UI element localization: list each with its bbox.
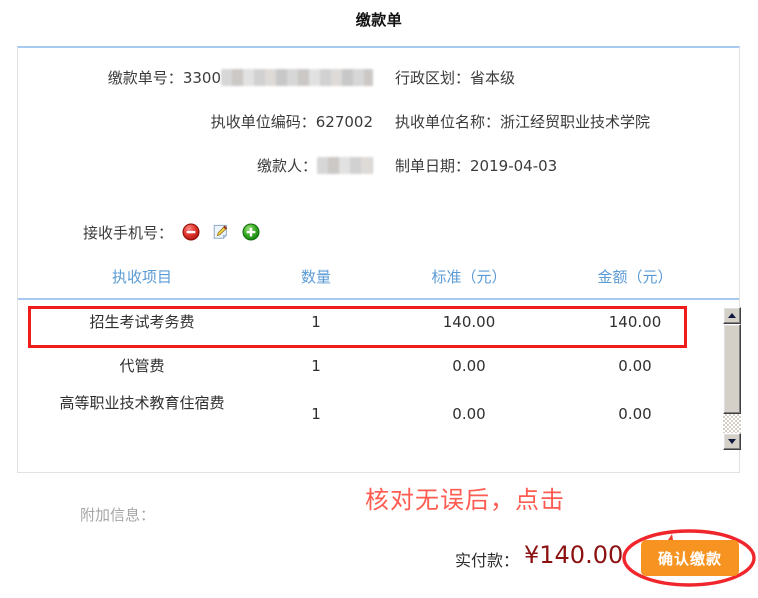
issue-date-field: 制单日期：2019-04-03	[395, 144, 741, 188]
chevron-up-icon	[728, 313, 736, 318]
administrative-division-value: 省本级	[470, 69, 516, 87]
issue-date-value: 2019-04-03	[470, 157, 558, 175]
collector-code-value: 627002	[315, 113, 373, 131]
issue-date-label: 制单日期：	[395, 157, 471, 175]
cell-amount: 0.00	[618, 357, 652, 375]
table-row[interactable]: 代管费 1 0.00 0.00	[18, 344, 723, 388]
masked-order-no	[221, 69, 373, 86]
cell-item: 高等职业技术教育住宿费	[59, 394, 225, 412]
table-row[interactable]: 招生考试考务费 1 140.00 140.00	[18, 300, 723, 344]
payer-label: 缴款人：	[256, 157, 317, 175]
column-header-quantity[interactable]: 数量	[246, 260, 386, 294]
cell-amount: 0.00	[618, 405, 652, 423]
extra-info-label: 附加信息：	[80, 506, 156, 524]
payer-field: 缴款人：	[18, 144, 373, 188]
column-header-item[interactable]: 执收项目	[38, 260, 246, 294]
receiving-phone-label: 接收手机号：	[82, 224, 173, 242]
payment-order-no-field: 缴款单号：3300	[18, 56, 373, 100]
fee-table-header: 执收项目 数量 标准（元） 金额（元）	[18, 260, 739, 300]
confirm-payment-button[interactable]: 确认缴款	[641, 540, 739, 576]
payment-order-no-label: 缴款单号：	[107, 69, 183, 87]
cell-standard: 140.00	[442, 313, 496, 331]
payment-footer: 实付款： ¥140.00 确认缴款	[0, 538, 758, 578]
pay-amount-value: ¥140.00	[524, 541, 624, 569]
remove-icon[interactable]	[182, 223, 200, 241]
column-header-standard[interactable]: 标准（元）	[386, 260, 552, 294]
cell-quantity: 1	[311, 313, 321, 331]
scroll-down-button[interactable]	[723, 433, 741, 450]
collector-code-label: 执收单位编码：	[210, 113, 316, 131]
receiving-phone-row: 接收手机号：	[18, 220, 739, 246]
add-icon[interactable]	[242, 223, 260, 241]
pay-amount-label: 实付款：	[455, 551, 520, 570]
administrative-division-field: 行政区划：省本级	[395, 56, 741, 100]
collector-name-value: 浙江经贸职业技术学院	[500, 113, 651, 131]
payment-form-card: 缴款单号：3300 行政区划：省本级 执收单位编码：627002 执收单位名称：…	[17, 46, 740, 524]
fee-table-body: 招生考试考务费 1 140.00 140.00 代管费 1 0.00 0.00 …	[18, 300, 723, 445]
annotation-text: 核对无误后，点击	[365, 486, 565, 514]
page-title: 缴款单	[355, 11, 403, 29]
edit-icon[interactable]	[212, 223, 230, 241]
scrollbar-track[interactable]	[723, 324, 741, 433]
scroll-up-button[interactable]	[723, 307, 741, 324]
info-row: 缴款人： 制单日期：2019-04-03	[18, 144, 739, 188]
cell-standard: 0.00	[452, 405, 486, 423]
cell-standard: 0.00	[452, 357, 486, 375]
cell-amount: 140.00	[608, 313, 662, 331]
fee-table-scrollbar[interactable]	[722, 307, 741, 450]
payment-order-no-value: 3300	[182, 69, 221, 87]
chevron-down-icon	[728, 439, 736, 444]
info-row: 缴款单号：3300 行政区划：省本级	[18, 56, 739, 100]
info-row: 执收单位编码：627002 执收单位名称：浙江经贸职业技术学院	[18, 100, 739, 144]
cell-quantity: 1	[311, 357, 321, 375]
column-header-amount[interactable]: 金额（元）	[552, 260, 718, 294]
administrative-division-label: 行政区划：	[395, 69, 471, 87]
phone-action-icons	[182, 223, 267, 243]
table-row[interactable]: 高等职业技术教育住宿费 1 0.00 0.00	[18, 388, 723, 441]
cell-quantity: 1	[311, 405, 321, 423]
cell-item: 招生考试考务费	[89, 313, 195, 331]
masked-payer-name	[317, 157, 373, 174]
table-row[interactable]: 高等职业技术教育学费 1 0.00 0.00	[18, 441, 723, 445]
info-area: 缴款单号：3300 行政区划：省本级 执收单位编码：627002 执收单位名称：…	[18, 48, 739, 211]
collector-name-label: 执收单位名称：	[395, 113, 501, 131]
collector-code-field: 执收单位编码：627002	[18, 100, 373, 144]
cell-item: 代管费	[119, 357, 165, 375]
scrollbar-thumb[interactable]	[723, 324, 741, 414]
collector-name-field: 执收单位名称：浙江经贸职业技术学院	[395, 100, 741, 144]
